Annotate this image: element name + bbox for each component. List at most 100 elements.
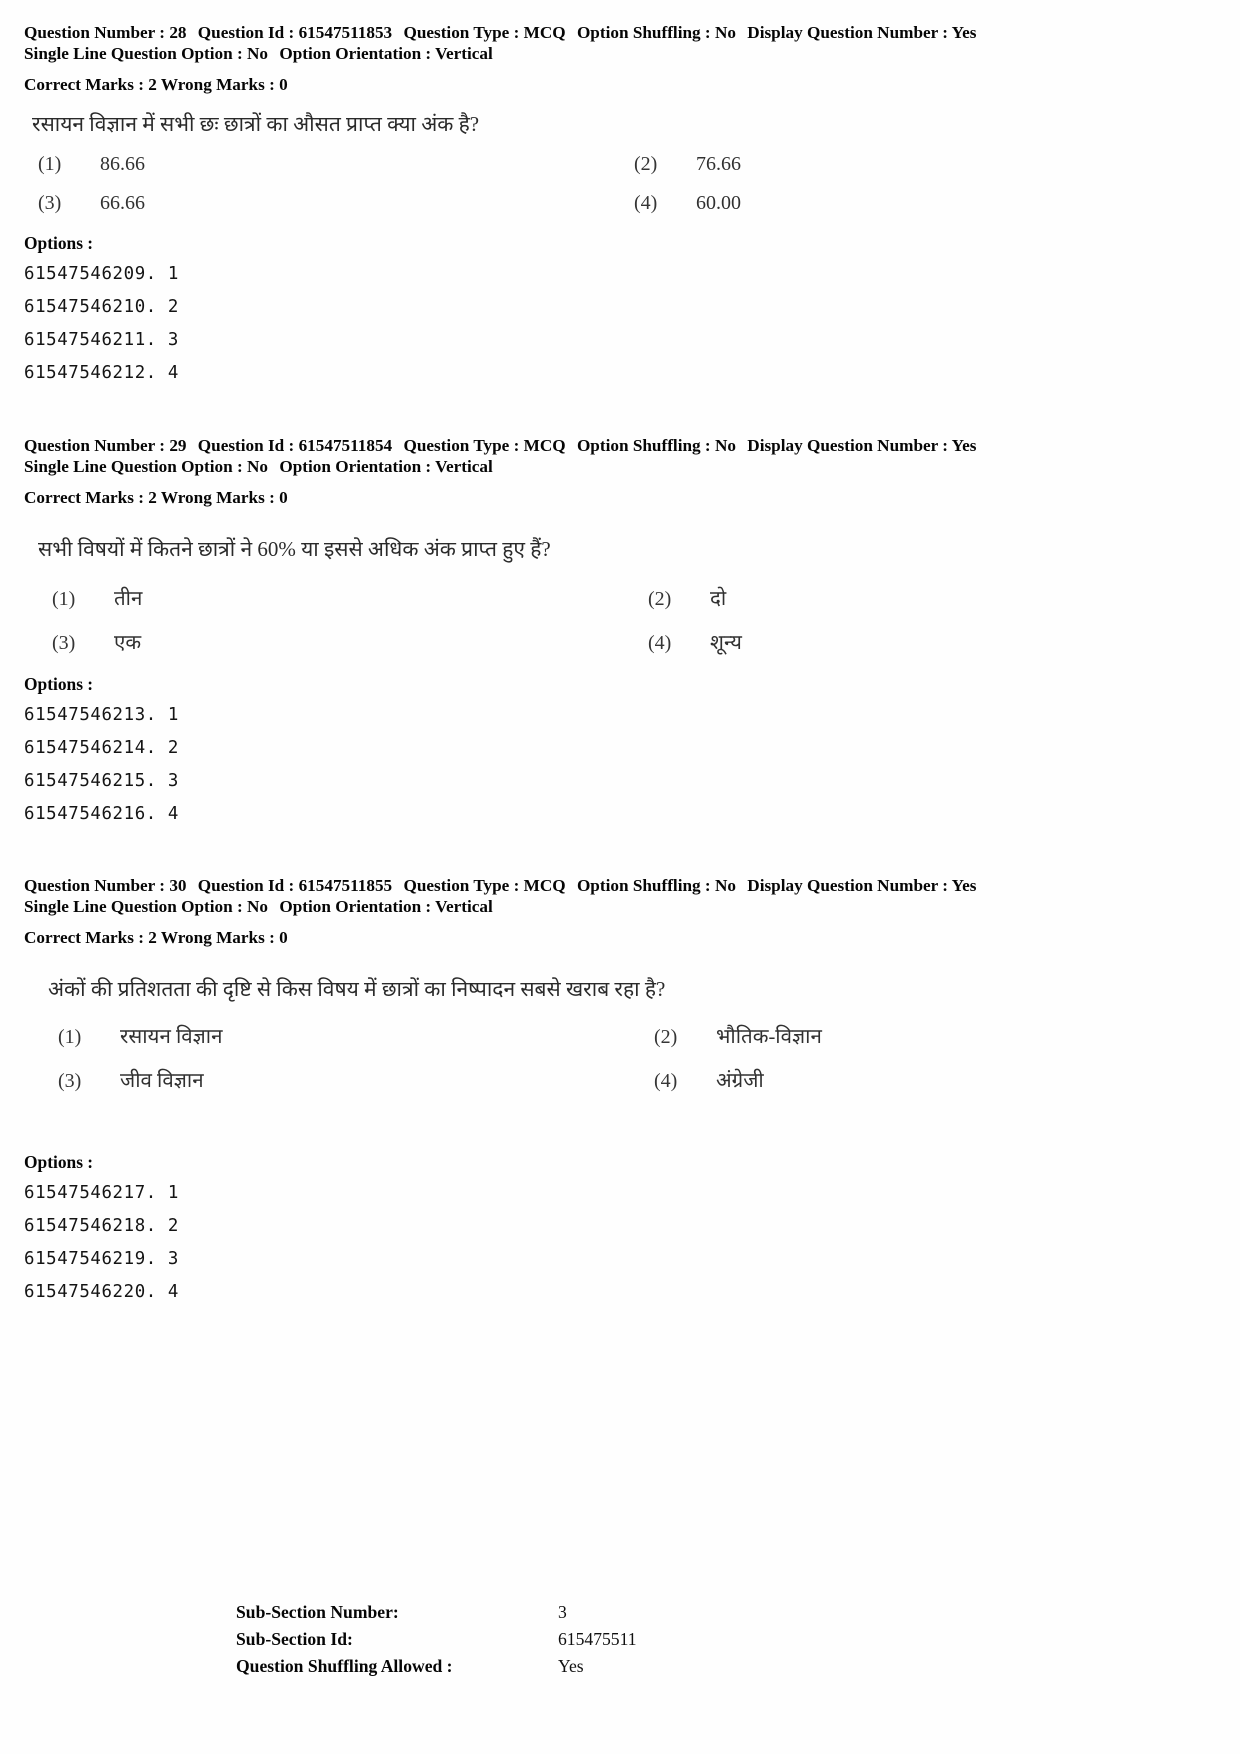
question-id-label: Question Id :	[197, 436, 295, 455]
display-question-number-label: Display Question Number :	[747, 436, 948, 455]
option-3-text: एक	[114, 632, 142, 654]
option-id-item: 61547546212. 4	[24, 363, 179, 383]
options-row: (3) जीव विज्ञान (4) अंग्रेजी	[58, 1066, 1240, 1094]
question-block-30: Question Number : 30 Question Id : 61547…	[24, 875, 1216, 1309]
question-number-label: Question Number :	[24, 876, 166, 895]
option-shuffling-label: Option Shuffling :	[576, 436, 711, 455]
marks-line: Correct Marks : 2 Wrong Marks : 0	[24, 74, 1216, 95]
question-id-label: Question Id :	[197, 23, 295, 42]
option-shuffling-label: Option Shuffling :	[576, 876, 711, 895]
option-shuffling-value: No	[714, 436, 736, 455]
question-type-label: Question Type :	[403, 436, 520, 455]
question-block-29: Question Number : 29 Question Id : 61547…	[24, 435, 1216, 831]
option-4-text: 60.00	[696, 192, 741, 214]
wrong-marks-label: Wrong Marks :	[160, 928, 275, 947]
question-type-label: Question Type :	[403, 876, 520, 895]
option-orientation-label: Option Orientation :	[279, 44, 432, 63]
option-1[interactable]: (1) तीन	[52, 584, 648, 612]
option-4-number: (4)	[654, 1070, 678, 1092]
option-2[interactable]: (2) दो	[648, 584, 1240, 612]
wrong-marks-label: Wrong Marks :	[160, 75, 275, 94]
option-id-item: 61547546220. 4	[24, 1282, 179, 1302]
options-grid: (1) रसायन विज्ञान (2) भौतिक-विज्ञान (3) …	[58, 1022, 1240, 1094]
question-stem: रसायन विज्ञान में सभी छः छात्रों का औसत …	[32, 112, 480, 136]
question-number-label: Question Number :	[24, 23, 166, 42]
option-orientation-label: Option Orientation :	[279, 457, 432, 476]
question-type-value: MCQ	[523, 23, 566, 42]
option-1-text: 86.66	[100, 153, 145, 175]
option-3-number: (3)	[38, 192, 62, 214]
options-label: Options :	[24, 1152, 94, 1172]
marks-line: Correct Marks : 2 Wrong Marks : 0	[24, 927, 1216, 948]
wrong-marks-value: 0	[279, 928, 288, 947]
question-stem: अंकों की प्रतिशतता की दृष्टि से किस विषय…	[48, 977, 666, 1001]
question-number-value: 30	[169, 876, 187, 895]
exam-page: Question Number : 28 Question Id : 61547…	[0, 0, 1240, 1754]
display-question-number-value: Yes	[951, 436, 977, 455]
display-question-number-value: Yes	[951, 876, 977, 895]
option-id-item: 61547546219. 3	[24, 1249, 179, 1269]
sub-section-id-label: Sub-Section Id:	[236, 1629, 353, 1649]
correct-marks-value: 2	[148, 488, 157, 507]
options-grid: (1) तीन (2) दो (3) एक (4) शून्य	[52, 584, 1240, 656]
correct-marks-label: Correct Marks :	[24, 928, 144, 947]
sub-section-number-value: 3	[558, 1602, 567, 1622]
question-shuffling-allowed-value: Yes	[558, 1656, 584, 1676]
option-id-item: 61547546210. 2	[24, 297, 179, 317]
questions-container: Question Number : 28 Question Id : 61547…	[24, 22, 1216, 1309]
correct-marks-label: Correct Marks :	[24, 75, 144, 94]
option-2[interactable]: (2) 76.66	[634, 153, 1230, 176]
single-line-question-option-label: Single Line Question Option :	[24, 457, 243, 476]
option-2-number: (2)	[648, 588, 672, 610]
options-row: (1) रसायन विज्ञान (2) भौतिक-विज्ञान	[58, 1022, 1240, 1050]
option-shuffling-label: Option Shuffling :	[576, 23, 711, 42]
option-4[interactable]: (4) शून्य	[648, 628, 1240, 656]
question-meta-line-1: Question Number : 28 Question Id : 61547…	[24, 22, 1216, 43]
option-id-item: 61547546217. 1	[24, 1183, 179, 1203]
correct-marks-label: Correct Marks :	[24, 488, 144, 507]
option-2-number: (2)	[634, 153, 658, 175]
question-id-value: 61547511855	[298, 876, 393, 895]
option-1-text: तीन	[114, 588, 143, 610]
wrong-marks-value: 0	[279, 488, 288, 507]
options-label: Options :	[24, 233, 94, 253]
question-id-label: Question Id :	[197, 876, 295, 895]
question-number-label: Question Number :	[24, 436, 166, 455]
option-id-item: 61547546209. 1	[24, 264, 179, 284]
option-3-text: 66.66	[100, 192, 145, 214]
option-4[interactable]: (4) अंग्रेजी	[654, 1066, 1240, 1094]
sub-section-number-label: Sub-Section Number:	[236, 1602, 399, 1622]
options-grid: (1) 86.66 (2) 76.66 (3) 66.66 (4) 60.00	[38, 153, 1230, 215]
option-3[interactable]: (3) जीव विज्ञान	[58, 1066, 654, 1094]
sub-section-info: Sub-Section Number: 3 Sub-Section Id: 61…	[236, 1602, 856, 1683]
option-1[interactable]: (1) 86.66	[38, 153, 634, 176]
question-id-value: 61547511853	[298, 23, 393, 42]
question-shuffling-allowed-label: Question Shuffling Allowed :	[236, 1656, 453, 1676]
question-number-value: 28	[169, 23, 187, 42]
option-id-item: 61547546211. 3	[24, 330, 179, 350]
option-orientation-value: Vertical	[435, 897, 493, 916]
option-1[interactable]: (1) रसायन विज्ञान	[58, 1022, 654, 1050]
option-4[interactable]: (4) 60.00	[634, 192, 1230, 215]
option-3[interactable]: (3) एक	[52, 628, 648, 656]
option-3-number: (3)	[58, 1070, 82, 1092]
option-4-text: अंग्रेजी	[716, 1070, 764, 1092]
option-2-text: 76.66	[696, 153, 741, 175]
question-type-value: MCQ	[523, 876, 566, 895]
sub-section-row: Sub-Section Id: 615475511	[236, 1629, 856, 1656]
single-line-question-option-label: Single Line Question Option :	[24, 44, 243, 63]
option-id-item: 61547546218. 2	[24, 1216, 179, 1236]
display-question-number-value: Yes	[951, 23, 977, 42]
option-1-number: (1)	[38, 153, 62, 175]
display-question-number-label: Display Question Number :	[747, 23, 948, 42]
option-id-item: 61547546214. 2	[24, 738, 179, 758]
option-2[interactable]: (2) भौतिक-विज्ञान	[654, 1022, 1240, 1050]
question-meta-line-2: Single Line Question Option : No Option …	[24, 896, 1216, 917]
option-3-text: जीव विज्ञान	[120, 1070, 204, 1092]
option-3[interactable]: (3) 66.66	[38, 192, 634, 215]
option-id-item: 61547546213. 1	[24, 705, 179, 725]
option-3-number: (3)	[52, 632, 76, 654]
question-type-label: Question Type :	[403, 23, 520, 42]
marks-line: Correct Marks : 2 Wrong Marks : 0	[24, 487, 1216, 508]
question-id-value: 61547511854	[298, 436, 393, 455]
